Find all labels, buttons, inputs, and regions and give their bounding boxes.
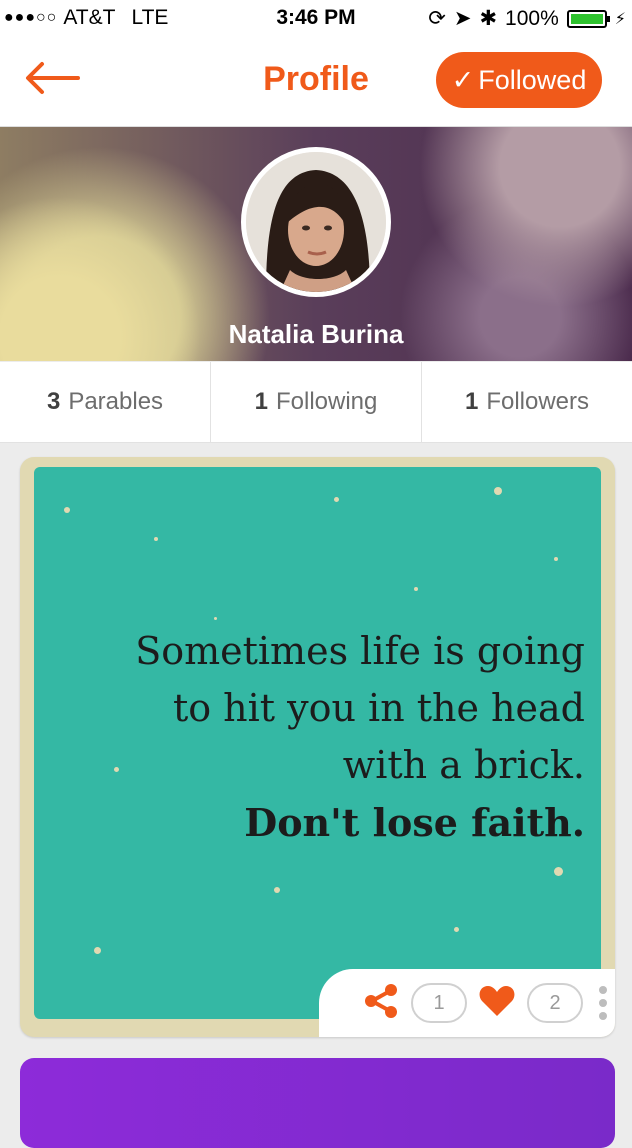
quote-line: Sometimes life is going	[135, 629, 585, 673]
bluetooth-icon: ✱	[479, 7, 498, 30]
like-button[interactable]	[477, 981, 517, 1026]
more-dot	[599, 999, 607, 1007]
like-count: 2	[527, 983, 583, 1023]
next-parable-card[interactable]	[20, 1058, 615, 1148]
stat-count: 3	[46, 388, 61, 415]
profile-name: Natalia Burina	[228, 319, 404, 349]
stat-followers[interactable]: 1 Followers	[422, 362, 632, 442]
share-icon	[365, 983, 397, 1018]
share-count: 1	[411, 983, 467, 1023]
stat-label: Following	[275, 388, 378, 415]
quote-line: to hit you in the head	[172, 686, 585, 730]
stat-count: 1	[254, 388, 268, 415]
charging-icon: ⚡	[614, 10, 626, 28]
heart-icon	[479, 985, 515, 1016]
nav-bar: Profile ✓ Followed	[0, 38, 632, 127]
quote-line: with a brick.	[342, 743, 585, 787]
battery-icon	[566, 9, 610, 28]
location-icon: ➤	[453, 7, 472, 30]
check-icon: ✓	[451, 64, 475, 95]
followed-button[interactable]: ✓ Followed	[436, 52, 602, 108]
profile-stats: 3 Parables 1 Following 1 Followers	[0, 362, 632, 443]
rotation-lock-icon: ⟳	[428, 7, 446, 30]
more-dot	[599, 986, 607, 994]
stat-label: Followers	[486, 388, 590, 415]
quote-bold-line: Don't lose faith.	[244, 800, 585, 845]
stat-following[interactable]: 1 Following	[211, 362, 422, 442]
stat-label: Parables	[68, 388, 164, 415]
parable-card[interactable]: Sometimes life is going to hit you in th…	[20, 457, 615, 1037]
more-dot	[599, 1012, 607, 1020]
status-right: ⟳ ➤ ✱ 100% ⚡	[428, 6, 626, 31]
avatar[interactable]	[241, 147, 391, 297]
more-options-button[interactable]	[599, 986, 607, 1020]
card-actions: 1 2	[319, 969, 615, 1037]
followed-label: Followed	[478, 64, 587, 95]
battery-percent: 100%	[505, 6, 559, 30]
avatar-photo	[246, 152, 386, 292]
quote-text: Sometimes life is going to hit you in th…	[25, 623, 585, 851]
profile-cover: Natalia Burina	[0, 127, 632, 361]
stat-parables[interactable]: 3 Parables	[0, 362, 211, 442]
status-bar: ●●●○○ AT&T LTE 3:46 PM ⟳ ➤ ✱ 100% ⚡	[0, 0, 632, 38]
stat-count: 1	[464, 388, 479, 415]
share-button[interactable]	[361, 981, 401, 1026]
